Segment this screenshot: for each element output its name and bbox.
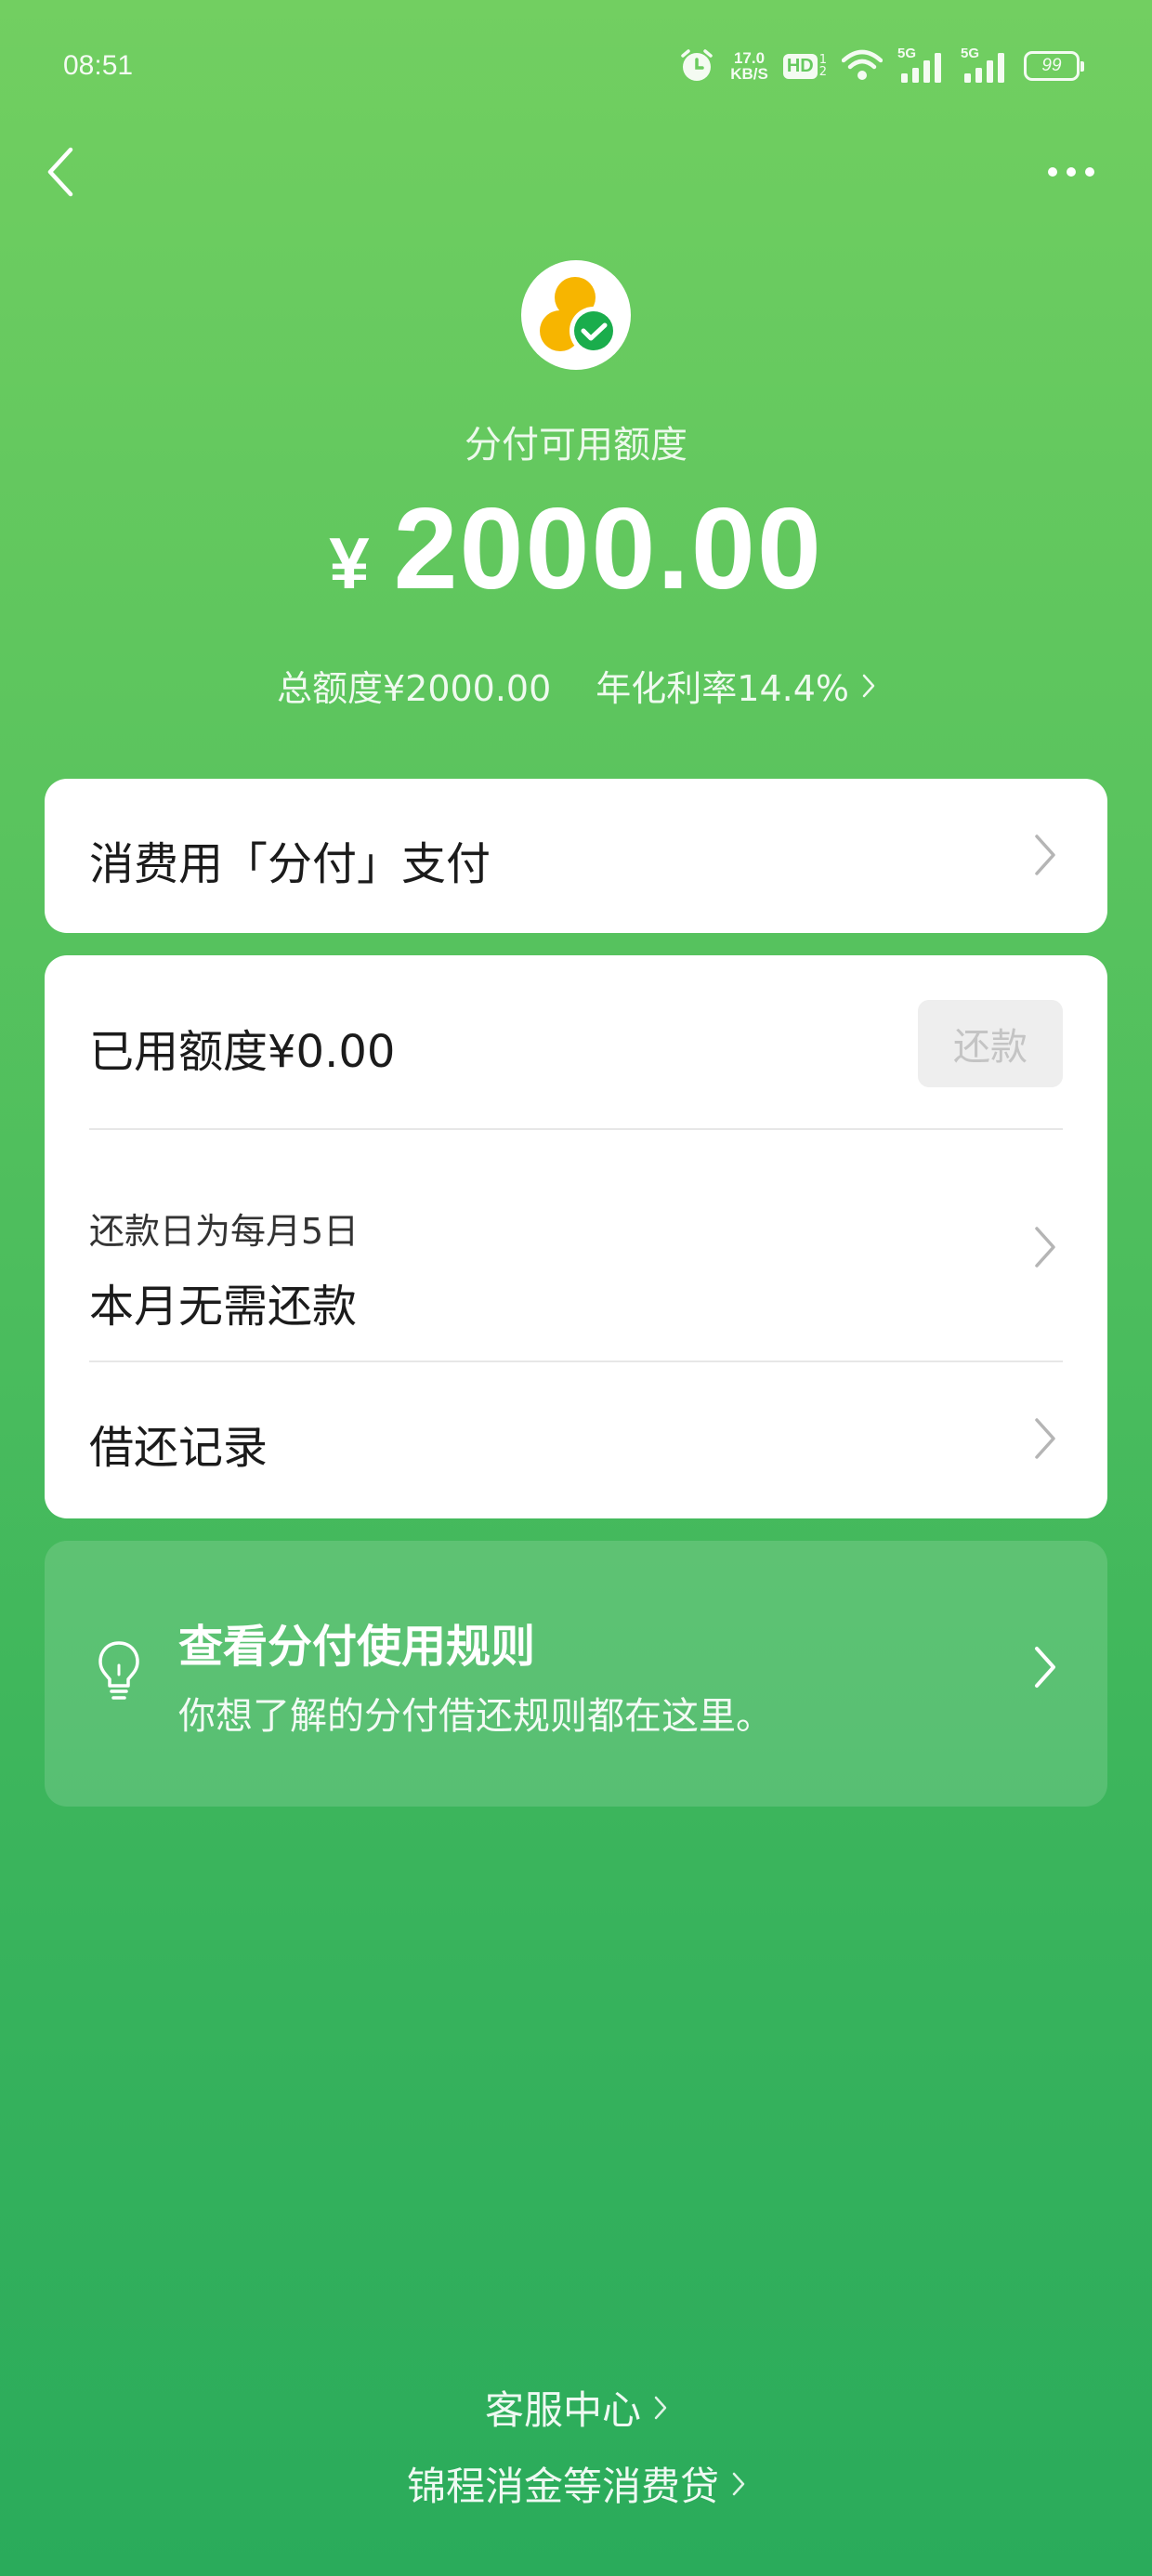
hd-badge: HD 1 2 bbox=[782, 53, 827, 79]
battery-level: 99 bbox=[1041, 56, 1062, 75]
chevron-right-icon bbox=[732, 2472, 745, 2495]
borrow-repay-records: 借还记录 bbox=[89, 1422, 268, 1474]
borrow-repay-records-row[interactable]: 借还记录 bbox=[45, 1362, 1107, 1518]
more-dot bbox=[1048, 167, 1057, 177]
chevron-right-icon bbox=[1035, 1227, 1055, 1268]
battery-icon: 99 bbox=[1024, 51, 1084, 81]
alarm-icon bbox=[678, 47, 715, 85]
usage-rules-description: 你想了解的分付借还规则都在这里。 bbox=[178, 1695, 773, 1738]
net-speed: 17.0 KB/S bbox=[730, 50, 768, 82]
repay-button[interactable]: 还款 bbox=[918, 1000, 1063, 1087]
pay-with-fenfu-card[interactable]: 消费用「分付」支付 bbox=[45, 779, 1107, 933]
repayment-status: 本月无需还款 bbox=[89, 1281, 358, 1333]
chevron-left-icon bbox=[47, 147, 73, 197]
net-speed-unit: KB/S bbox=[730, 65, 768, 83]
customer-service-label: 客服中心 bbox=[484, 2387, 641, 2433]
repayment-info-row[interactable]: 还款日为每月5日 本月无需还款 bbox=[45, 1130, 1107, 1360]
usage-rules-title: 查看分付使用规则 bbox=[178, 1621, 536, 1673]
back-button[interactable] bbox=[37, 139, 84, 204]
net-speed-value: 17.0 bbox=[733, 49, 766, 67]
annual-rate-link[interactable]: 年化利率14.4% bbox=[596, 660, 875, 711]
customer-service-link[interactable]: 客服中心 bbox=[0, 2379, 1152, 2436]
limit-summary: 总额度¥2000.00 年化利率14.4% bbox=[0, 660, 1152, 711]
currency-symbol: ¥ bbox=[329, 522, 370, 604]
available-limit-label: 分付可用额度 bbox=[465, 424, 687, 467]
hd-sub: 1 2 bbox=[819, 54, 827, 78]
amount-value: 2000.00 bbox=[393, 485, 823, 613]
more-button[interactable] bbox=[1039, 149, 1104, 195]
wifi-icon bbox=[842, 49, 883, 83]
signal-icon-1: 5G bbox=[897, 46, 946, 85]
status-icons: 17.0 KB/S HD 1 2 5G 5G 99 bbox=[678, 45, 1084, 87]
repayment-day: 还款日为每月5日 bbox=[89, 1211, 360, 1252]
chevron-right-icon bbox=[862, 674, 875, 697]
available-limit-amount: ¥ 2000.00 bbox=[0, 483, 1152, 615]
total-limit: 总额度¥2000.00 bbox=[276, 668, 552, 709]
lightbulb-icon bbox=[98, 1641, 139, 1700]
chevron-right-icon bbox=[1035, 1647, 1055, 1688]
more-dot bbox=[1067, 167, 1076, 177]
fenfu-logo-icon bbox=[540, 277, 618, 355]
more-dot bbox=[1085, 167, 1094, 177]
chevron-right-icon bbox=[1035, 835, 1055, 875]
used-amount: 已用额度¥0.00 bbox=[89, 1026, 396, 1078]
usage-rules-card[interactable]: 查看分付使用规则 你想了解的分付借还规则都在这里。 bbox=[45, 1541, 1107, 1807]
hd-label: HD bbox=[782, 53, 818, 79]
pay-with-fenfu-title: 消费用「分付」支付 bbox=[89, 838, 491, 890]
consumer-loan-link[interactable]: 锦程消金等消费贷 bbox=[0, 2455, 1152, 2512]
chevron-right-icon bbox=[1035, 1418, 1055, 1459]
annual-rate: 年化利率14.4% bbox=[596, 668, 850, 709]
credit-usage-card: 已用额度¥0.00 还款 还款日为每月5日 本月无需还款 借还记录 bbox=[45, 955, 1107, 1518]
fenfu-logo bbox=[521, 260, 631, 370]
status-bar: 08:51 17.0 KB/S HD 1 2 5G 5G 99 bbox=[0, 0, 1152, 139]
signal-icon-2: 5G bbox=[961, 46, 1009, 85]
consumer-loan-label: 锦程消金等消费贷 bbox=[406, 2464, 719, 2509]
status-time: 08:51 bbox=[63, 50, 134, 81]
hd-sub-bottom: 2 bbox=[818, 65, 827, 79]
chevron-right-icon bbox=[654, 2396, 667, 2419]
